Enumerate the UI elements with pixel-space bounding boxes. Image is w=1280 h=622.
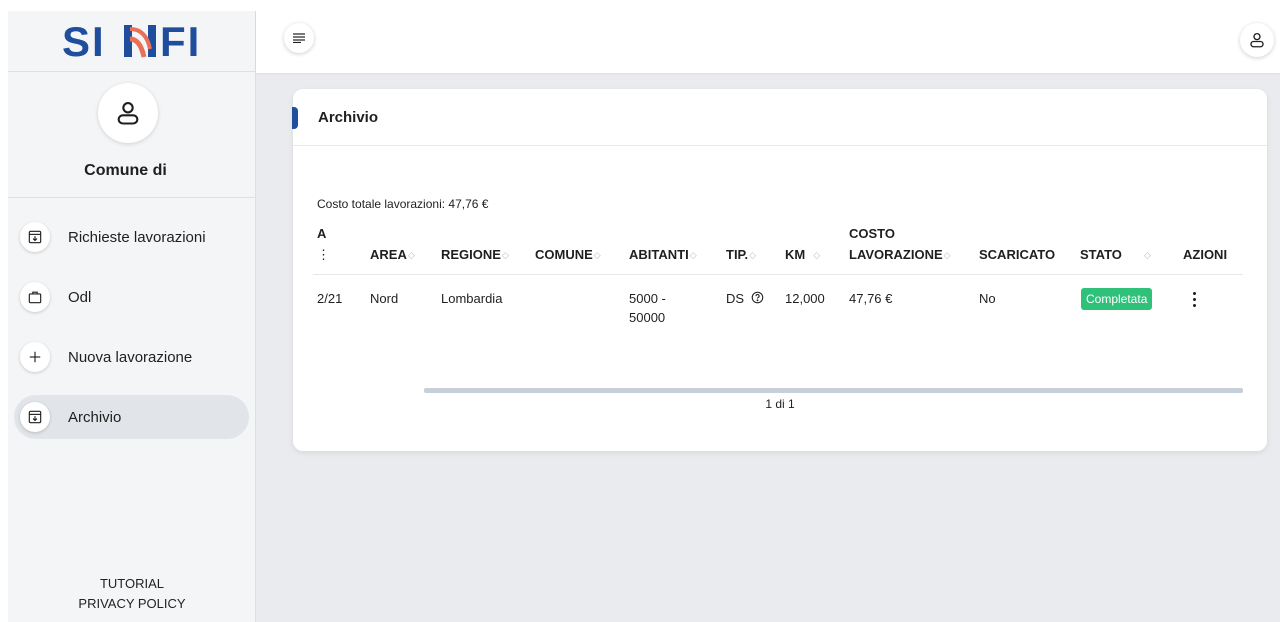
svg-text:FI: FI xyxy=(160,21,201,61)
card-header: Archivio xyxy=(292,89,1267,146)
window-top-edge xyxy=(0,0,1280,11)
column-header-scaricato[interactable]: SCARICATO xyxy=(979,247,1055,262)
sidebar-item-label: Richieste lavorazioni xyxy=(68,228,206,246)
sort-icon: ◇ xyxy=(501,250,509,260)
column-header-label: TIP. xyxy=(726,247,749,262)
sort-icon: ◇ xyxy=(407,250,415,260)
column-header-stato[interactable]: STATO ◇ xyxy=(1080,247,1151,262)
menu-lines-icon xyxy=(293,33,305,43)
profile-name: Comune di xyxy=(84,162,167,179)
column-header-label: STATO xyxy=(1080,247,1122,262)
privacy-policy-link[interactable]: PRIVACY POLICY xyxy=(8,594,256,614)
pagination-text: 1 di 1 xyxy=(765,397,795,411)
sidebar-item-label: Nuova lavorazione xyxy=(68,348,193,366)
sort-icon: ◇ xyxy=(813,250,821,260)
archive-download-icon xyxy=(20,402,50,432)
cell-scaricato: No xyxy=(979,291,996,306)
column-header-costo-line1[interactable]: COSTO xyxy=(849,226,895,241)
cell-area: Nord xyxy=(370,291,399,306)
column-header-label: AREA xyxy=(370,247,407,262)
horizontal-scrollbar[interactable] xyxy=(424,388,1243,393)
cell-abitanti: 5000 - xyxy=(629,291,666,306)
profile-panel: Comune di xyxy=(8,72,255,198)
table-divider xyxy=(313,274,1243,275)
user-menu-button[interactable] xyxy=(1240,23,1274,57)
profile-avatar[interactable] xyxy=(98,83,158,143)
svg-text:SI: SI xyxy=(62,21,106,61)
topbar xyxy=(256,11,1280,73)
column-header-label: ABITANTI xyxy=(629,247,689,262)
cell-costo: 47,76 € xyxy=(849,291,893,306)
plus-icon xyxy=(20,342,50,372)
column-header-label: KM xyxy=(785,247,806,262)
sidebar-item-odl[interactable]: Odl xyxy=(14,275,249,319)
column-header-tip[interactable]: TIP.◇ xyxy=(726,247,756,262)
help-circle-icon[interactable] xyxy=(751,291,764,304)
cell-data: 2/21 xyxy=(317,291,343,306)
cell-regione: Lombardia xyxy=(441,291,503,306)
column-header-abitanti[interactable]: ABITANTI◇ xyxy=(629,247,697,262)
column-header-azioni: AZIONI xyxy=(1183,247,1228,262)
column-header-partial[interactable]: ⋮ xyxy=(317,247,330,263)
column-header-area[interactable]: AREA◇ xyxy=(370,247,415,262)
cell-tip-label: DS xyxy=(726,291,745,306)
status-badge: Completata xyxy=(1081,288,1153,310)
cost-total-text: Costo totale lavorazioni: 47,76 € xyxy=(317,197,489,211)
sort-icon: ◇ xyxy=(689,250,697,260)
archivio-card: Archivio Costo totale lavorazioni: 47,76… xyxy=(292,89,1267,451)
sort-icon: ◇ xyxy=(1143,250,1151,260)
sort-icon: ◇ xyxy=(943,250,951,260)
user-icon xyxy=(117,102,139,125)
cell-km: 12,000 xyxy=(785,291,825,306)
row-actions-kebab-icon[interactable] xyxy=(1188,288,1200,310)
sidebar-item-richieste-lavorazioni[interactable]: Richieste lavorazioni xyxy=(14,215,249,259)
archive-download-icon xyxy=(20,222,50,252)
window-left-edge xyxy=(0,0,8,622)
column-header-label: REGIONE xyxy=(441,247,501,262)
briefcase-icon xyxy=(20,282,50,312)
column-header-label: LAVORAZIONE xyxy=(849,247,943,262)
tutorial-link[interactable]: TUTORIAL xyxy=(8,574,256,594)
logo-area: SI FI xyxy=(8,11,255,72)
sort-icon: ◇ xyxy=(749,250,757,260)
sidebar-item-archivio[interactable]: Archivio xyxy=(14,395,249,439)
sidebar-footer: TUTORIAL PRIVACY POLICY xyxy=(8,574,256,614)
user-icon xyxy=(1250,32,1264,48)
menu-toggle-button[interactable] xyxy=(284,23,314,53)
sidebar-item-label: Archivio xyxy=(68,408,122,426)
column-header-partial[interactable]: A xyxy=(317,226,326,241)
sinfi-logo[interactable]: SI FI xyxy=(62,21,202,61)
column-header-comune[interactable]: COMUNE◇ xyxy=(535,247,601,262)
column-header-km[interactable]: KM ◇ xyxy=(785,247,820,262)
sidebar: SI FI Comune di Richieste lavorazioni Od… xyxy=(8,11,256,622)
sort-icon: ◇ xyxy=(593,250,601,260)
card-accent-bar xyxy=(292,107,298,129)
cell-tip: DS xyxy=(726,289,764,308)
column-header-costo[interactable]: LAVORAZIONE◇ xyxy=(849,247,951,262)
cell-abitanti-line2: 50000 xyxy=(629,310,666,325)
column-header-label: COMUNE xyxy=(535,247,593,262)
sidebar-item-nuova-lavorazione[interactable]: Nuova lavorazione xyxy=(14,335,249,379)
page-title: Archivio xyxy=(318,109,379,126)
column-header-regione[interactable]: REGIONE◇ xyxy=(441,247,509,262)
sidebar-item-label: Odl xyxy=(68,288,92,306)
